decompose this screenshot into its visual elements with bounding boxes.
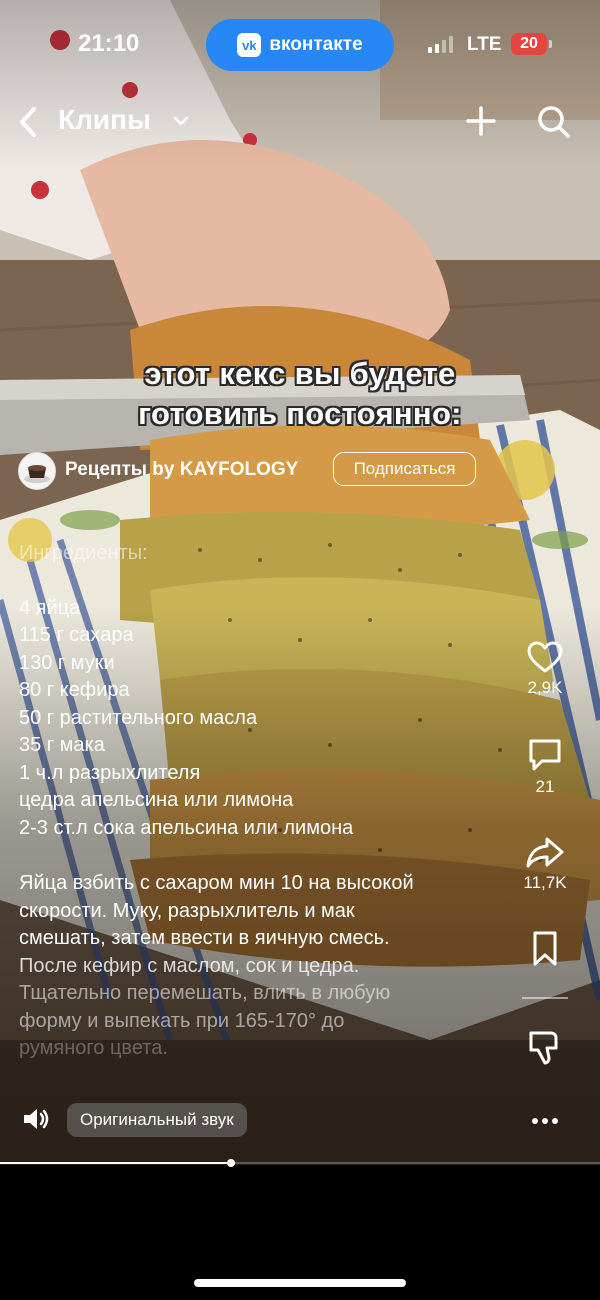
ingredient-item: 80 г кефира bbox=[19, 679, 130, 701]
ingredient-item: цедра апельсина или лимона bbox=[19, 789, 294, 811]
bookmark-icon bbox=[533, 931, 557, 966]
comment-button[interactable]: 21 bbox=[515, 737, 575, 797]
video-caption-line-1: этот кекс вы будете bbox=[144, 356, 456, 391]
search-icon[interactable] bbox=[536, 104, 572, 140]
subscribe-button[interactable]: Подписаться bbox=[333, 452, 476, 486]
share-arrow-icon bbox=[526, 837, 564, 868]
battery-tip bbox=[549, 40, 552, 48]
actions-divider bbox=[522, 997, 568, 999]
home-indicator[interactable] bbox=[194, 1279, 406, 1287]
return-to-app-pill[interactable]: vk вконтакте bbox=[206, 19, 394, 71]
instruction-line: скорости. Муку, разрыхлитель и мак bbox=[19, 899, 355, 922]
share-button[interactable]: 11,7K bbox=[515, 835, 575, 893]
clip-description[interactable]: Ингредиенты: 4 яйца 115 г сахара 130 г м… bbox=[19, 540, 499, 1063]
ingredient-item: 1 ч.л разрыхлителя bbox=[19, 761, 201, 784]
instruction-line: Яйца взбить с сахаром мин 10 на высокой bbox=[19, 872, 414, 894]
instruction-line: Тщательно перемешать, влить в любую bbox=[19, 982, 391, 1004]
ingredient-item: 130 г муки bbox=[19, 651, 115, 674]
ingredient-item: 4 яйца bbox=[19, 596, 81, 619]
cellular-signal-icon bbox=[428, 35, 453, 53]
ingredient-item: 50 г растительного масла bbox=[19, 706, 258, 729]
author-avatar[interactable] bbox=[18, 452, 56, 490]
author-name[interactable]: Рецепты by KAYFOLOGY bbox=[65, 459, 298, 481]
instruction-line: форму и выпекать при 165-170° до bbox=[19, 1009, 345, 1032]
comment-bubble-icon bbox=[529, 739, 561, 771]
video-caption-line-2: готовить постоянно: bbox=[138, 396, 462, 431]
share-count: 11,7K bbox=[523, 873, 567, 892]
video-progress-fill bbox=[0, 1162, 231, 1164]
back-arrow-icon[interactable] bbox=[14, 104, 44, 140]
bookmark-button[interactable] bbox=[515, 930, 575, 968]
instruction-line: смешать, затем ввести в яичную смесь. bbox=[19, 927, 390, 949]
dislike-button[interactable] bbox=[515, 1028, 575, 1066]
speaker-icon[interactable] bbox=[22, 1106, 50, 1132]
comment-count: 21 bbox=[535, 777, 555, 796]
status-time: 21:10 bbox=[78, 30, 140, 57]
thumbs-down-icon bbox=[529, 1031, 558, 1065]
ingredient-item: 115 г сахара bbox=[19, 624, 134, 646]
ingredient-item: 35 г мака bbox=[19, 734, 105, 756]
heart-icon bbox=[527, 641, 563, 673]
vk-logo-icon: vk bbox=[237, 33, 262, 57]
ingredients-heading: Ингредиенты: bbox=[19, 542, 148, 564]
original-sound-chip[interactable]: Оригинальный звук bbox=[67, 1103, 247, 1137]
chevron-down-icon[interactable] bbox=[172, 112, 190, 130]
like-button[interactable]: 2,9K bbox=[515, 640, 575, 698]
instruction-line: румяного цвета. bbox=[19, 1037, 168, 1059]
ingredient-item: 2-3 ст.л сока апельсина или лимона bbox=[19, 816, 354, 839]
coffee-cup-icon bbox=[24, 465, 50, 483]
battery-indicator: 20 bbox=[511, 33, 547, 55]
more-options-icon[interactable] bbox=[531, 1111, 559, 1131]
plus-icon[interactable] bbox=[464, 104, 498, 138]
app-pill-label: вконтакте bbox=[269, 34, 363, 55]
video-progress-handle[interactable] bbox=[227, 1159, 235, 1167]
page-title[interactable]: Клипы bbox=[58, 104, 151, 136]
network-type: LTE bbox=[467, 34, 502, 55]
instruction-line: После кефир с маслом, сок и цедра. bbox=[19, 954, 360, 977]
like-count: 2,9K bbox=[527, 678, 563, 697]
